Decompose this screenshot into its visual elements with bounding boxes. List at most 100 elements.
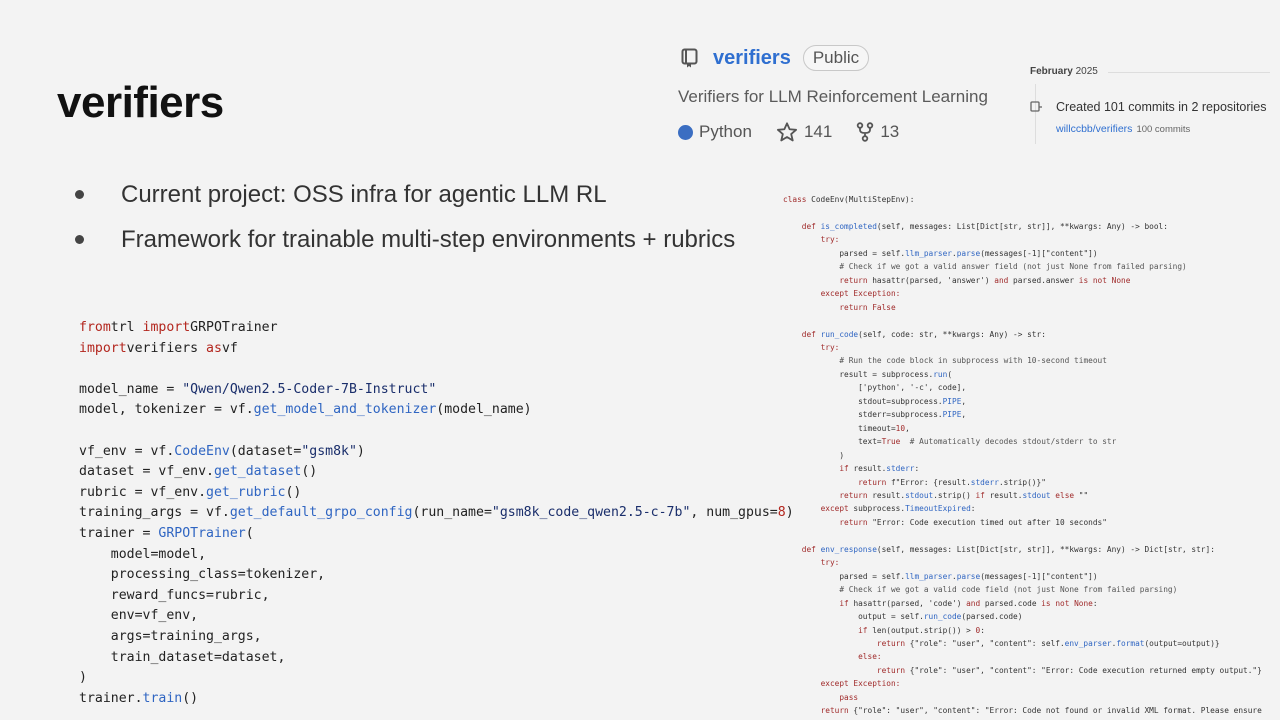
right-line: ['python', '-c', code], (783, 381, 1262, 394)
code-token: stderr=subprocess. (858, 410, 943, 420)
code-token: # Check if we got a valid code field (no… (839, 585, 1178, 595)
right-line: if hasattr(parsed, 'code') and parsed.co… (783, 597, 1262, 610)
code-token: llm_parser (905, 248, 953, 258)
code-token: # Check if we got a valid answer field (… (839, 262, 1187, 272)
code-token: True (881, 437, 901, 447)
code-token: result. (872, 490, 906, 500)
code-token: get_rubric (206, 484, 286, 500)
repo-name-link[interactable]: verifiers (713, 47, 791, 70)
left-line: vf_env = vf.CodeEnv(dataset="gsm8k") (79, 442, 794, 463)
code-token: except (820, 504, 854, 514)
code-token: parsed = self. (839, 248, 906, 258)
code-token: and (966, 598, 985, 608)
code-token: TimeoutExpired (905, 504, 971, 514)
code-token: llm_parser (905, 571, 953, 581)
left-line: trainer.train() (79, 689, 794, 710)
right-line: timeout=10, (783, 422, 1262, 435)
right-line (783, 529, 1262, 542)
code-token: : (980, 625, 985, 635)
activity-repo-link[interactable]: willccbb/verifiers (1056, 123, 1132, 135)
left-line: processing_class=tokenizer, (79, 565, 794, 586)
code-token: rubric = vf_env. (79, 484, 207, 500)
code-token: {"role": "user", "content": "Error: Code… (909, 665, 1262, 675)
code-token: .strip() (933, 490, 976, 500)
right-line: return hasattr(parsed, 'answer') and par… (783, 274, 1262, 287)
code-token: model, tokenizer = vf. (79, 402, 254, 418)
code-token: (output=output)} (1144, 638, 1220, 648)
code-token: text= (858, 437, 882, 447)
code-token: : (1092, 598, 1098, 608)
right-line (783, 206, 1262, 219)
bullet-text: Current project: OSS infra for agentic L… (121, 180, 607, 208)
right-line: def is_completed(self, messages: List[Di… (783, 220, 1262, 233)
left-line: training_args = vf.get_default_grpo_conf… (79, 503, 794, 524)
code-token: return (858, 477, 891, 487)
left-line: model, tokenizer = vf.get_model_and_toke… (79, 400, 794, 421)
code-token: else (1050, 490, 1079, 500)
left-line: importverifiers asvf (79, 339, 794, 360)
code-token: model_name = (79, 381, 183, 397)
fork-icon (857, 122, 874, 142)
activity-repo-commits: 100 commits (1136, 124, 1191, 135)
code-token: vf (221, 340, 238, 356)
code-token: "" (1078, 490, 1089, 500)
right-line: stdout=subprocess.PIPE, (783, 395, 1262, 408)
right-line: return {"role": "user", "content": "Erro… (783, 704, 1262, 717)
code-token: (run_name= (412, 505, 492, 521)
left-line: model=model, (79, 545, 794, 566)
code-token: () (301, 464, 318, 480)
right-line: # Run the code block in subprocess with … (783, 354, 1262, 367)
code-token: CodeEnv(MultiStepEnv): (811, 195, 915, 204)
repo-meta: Python 141 13 (678, 122, 1038, 142)
code-token: if (975, 490, 990, 500)
activity-divider (1108, 72, 1270, 73)
right-line: except Exception: (783, 677, 1262, 690)
bullet-text: Framework for trainable multi-step envir… (121, 225, 736, 253)
right-line: # Check if we got a valid answer field (… (783, 260, 1262, 273)
code-token: if (858, 625, 873, 635)
right-line: parsed = self.llm_parser.parse(messages[… (783, 247, 1262, 260)
left-line: fromtrl importGRPOTrainer (79, 318, 794, 339)
code-token: : (970, 504, 976, 514)
code-token: run_code (923, 612, 962, 622)
code-token: train (142, 690, 183, 706)
code-token: () (285, 484, 302, 500)
language-info: Python (678, 122, 752, 142)
language-color-icon (678, 124, 693, 140)
code-token: except Exception: (820, 289, 901, 299)
bullet-dot-icon (75, 190, 84, 199)
left-line: env=vf_env, (79, 606, 794, 627)
code-token: try: (820, 558, 840, 568)
stars-link[interactable]: 141 (776, 122, 832, 142)
right-line: stderr=subprocess.PIPE, (783, 408, 1262, 421)
code-token: (self, code: str, **kwargs: Any) -> str: (858, 329, 1046, 339)
code-token: result. (853, 464, 887, 474)
code-token: 10 (895, 423, 906, 433)
code-token: model=model, (79, 546, 207, 562)
right-line: except Exception: (783, 287, 1262, 300)
right-line: return {"role": "user", "content": "Erro… (783, 664, 1262, 677)
right-line: ) (783, 449, 1262, 462)
code-token: try: (820, 235, 840, 245)
code-token: parsed.answer (1013, 275, 1079, 285)
forks-link[interactable]: 13 (856, 122, 899, 142)
left-line: dataset = vf_env.get_dataset() (79, 462, 794, 483)
left-line: ) (79, 668, 794, 689)
language-label: Python (699, 122, 752, 141)
code-token: {"role": "user", "content": self. (909, 638, 1065, 648)
right-line: parsed = self.llm_parser.parse(messages[… (783, 570, 1262, 583)
code-token: if (839, 464, 854, 474)
activity-year: 2025 (1075, 66, 1098, 77)
